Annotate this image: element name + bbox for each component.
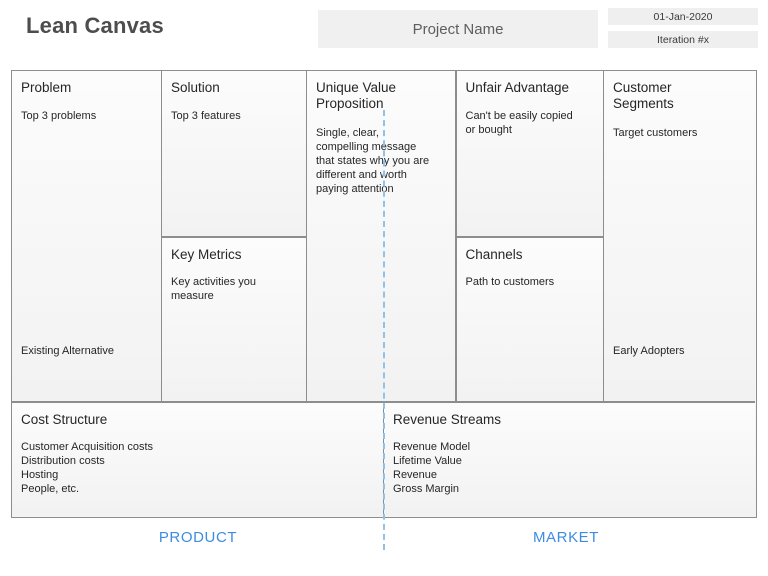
cell-unique-value-proposition-body: Single, clear, compelling message that s… — [316, 127, 430, 195]
cell-unfair-advantage-body: Can't be easily copied or bought — [465, 109, 573, 136]
grid-rule-vertical-2 — [305, 71, 307, 401]
cell-solution-body: Top 3 features — [171, 109, 241, 122]
grid-rule-horizontal-unfair — [456, 236, 603, 238]
cell-unfair-advantage[interactable]: Unfair Advantage Can't be easily copied … — [456, 71, 603, 236]
cell-key-metrics-body: Key activities you measure — [171, 276, 256, 302]
cell-customer-segments-footer: Early Adopters — [613, 345, 685, 357]
market-label: MARKET — [532, 529, 600, 546]
cell-channels-title: Channels — [465, 246, 523, 262]
product-market-divider — [383, 110, 385, 550]
cell-unique-value-proposition-title: Unique Value Proposition — [316, 80, 397, 111]
cell-problem-footer: Existing Alternative — [21, 345, 114, 357]
cell-key-metrics-title: Key Metrics — [171, 246, 242, 262]
cell-revenue-streams-title: Revenue Streams — [393, 411, 502, 427]
project-name-text: Project Name — [412, 20, 504, 38]
page-header: Lean Canvas Project Name 01-Jan-2020 Ite… — [0, 0, 768, 60]
date-field[interactable]: 01-Jan-2020 — [608, 8, 758, 25]
cell-key-metrics[interactable]: Key Metrics Key activities you measure — [162, 237, 306, 401]
cell-channels[interactable]: Channels Path to customers — [456, 237, 603, 401]
iteration-text: Iteration #x — [657, 33, 709, 46]
cell-cost-structure-body: Customer Acquisition costs Distribution … — [21, 441, 154, 495]
cell-cost-structure[interactable]: Cost Structure Customer Acquisition cost… — [12, 402, 383, 516]
product-label: PRODUCT — [158, 529, 238, 546]
cell-problem[interactable]: Problem Top 3 problems Existing Alternat… — [12, 71, 161, 401]
page-title: Lean Canvas — [26, 13, 164, 38]
iteration-field[interactable]: Iteration #x — [608, 31, 758, 48]
cell-problem-title: Problem — [21, 80, 72, 95]
cell-cost-structure-title: Cost Structure — [21, 411, 108, 427]
cell-revenue-streams-body: Revenue Model Lifetime Value Revenue Gro… — [393, 441, 471, 495]
grid-rule-vertical-4 — [602, 71, 604, 401]
cell-unfair-advantage-title: Unfair Advantage — [465, 80, 570, 95]
cell-channels-body: Path to customers — [465, 276, 555, 288]
cell-customer-segments-body: Target customers — [613, 127, 698, 139]
cell-customer-segments-title: Customer Segments — [613, 80, 674, 111]
cell-customer-segments[interactable]: Customer Segments Target customers Early… — [604, 71, 755, 401]
date-text: 01-Jan-2020 — [653, 10, 713, 23]
project-name-field[interactable]: Project Name — [318, 10, 598, 48]
cell-unique-value-proposition[interactable]: Unique Value Proposition Single, clear, … — [307, 71, 455, 401]
cell-solution-title: Solution — [171, 80, 220, 95]
cell-solution[interactable]: Solution Top 3 features — [162, 71, 306, 236]
grid-rule-horizontal-solution — [162, 236, 306, 238]
cell-problem-body: Top 3 problems — [21, 109, 97, 122]
cell-revenue-streams[interactable]: Revenue Streams Revenue Model Lifetime V… — [384, 402, 755, 516]
